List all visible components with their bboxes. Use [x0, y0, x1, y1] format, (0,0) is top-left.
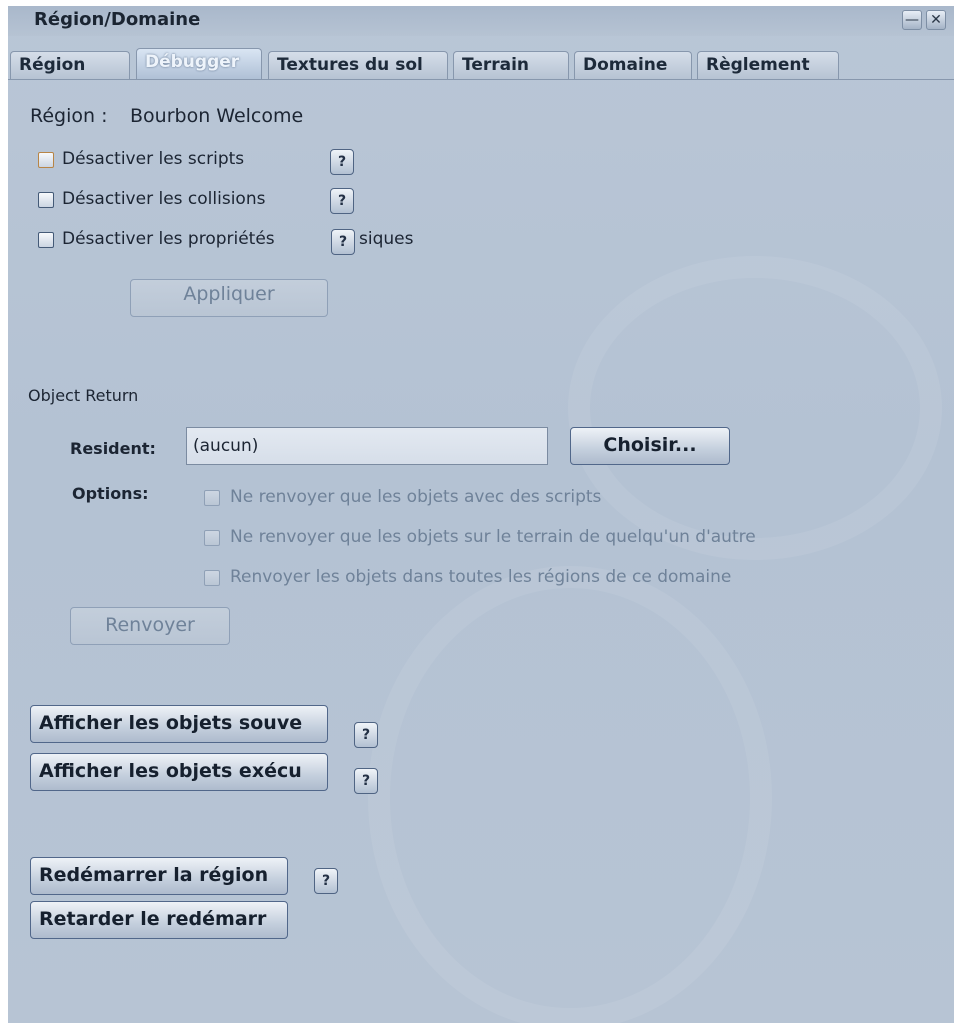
minimize-icon[interactable]: — — [902, 10, 922, 30]
return-scripted-only-label: Ne renvoyer que les objets avec des scri… — [230, 487, 602, 507]
disable-collisions-checkbox[interactable] — [38, 192, 54, 208]
return-others-land-label: Ne renvoyer que les objets sur le terrai… — [230, 527, 756, 547]
disable-scripts-checkbox[interactable] — [38, 152, 54, 168]
region-estate-window: Région/Domaine — ✕ Région Débugger Textu… — [8, 6, 954, 1023]
resident-label: Resident: — [70, 439, 156, 458]
top-colliders-button[interactable]: Afficher les objets souve — [30, 705, 328, 743]
tab-ground-textures[interactable]: Textures du sol — [268, 51, 448, 80]
background-watermark — [568, 256, 942, 560]
region-name: Bourbon Welcome — [130, 105, 304, 127]
help-top-colliders-button[interactable]: ? — [354, 722, 378, 748]
tab-covenant[interactable]: Règlement — [697, 51, 839, 80]
disable-physics-checkbox[interactable] — [38, 232, 54, 248]
tab-divider — [8, 79, 954, 80]
top-scripts-button[interactable]: Afficher les objets exécu — [30, 753, 328, 791]
help-collisions-button[interactable]: ? — [330, 188, 354, 214]
tab-bar: Région Débugger Textures du sol Terrain … — [8, 46, 954, 80]
choose-button[interactable]: Choisir... — [570, 427, 730, 465]
return-button[interactable]: Renvoyer — [70, 607, 230, 645]
disable-physics-label-tail: siques — [359, 229, 414, 249]
apply-button[interactable]: Appliquer — [130, 279, 328, 317]
disable-collisions-label: Désactiver les collisions — [62, 189, 266, 209]
help-top-scripts-button[interactable]: ? — [354, 768, 378, 794]
delay-restart-button[interactable]: Retarder le redémarr — [30, 901, 288, 939]
background-watermark-lower — [368, 566, 772, 1023]
tab-estate[interactable]: Domaine — [574, 51, 692, 80]
return-all-regions-label: Renvoyer les objets dans toutes les régi… — [230, 567, 732, 587]
title-bar[interactable]: Région/Domaine — ✕ — [8, 6, 954, 36]
return-all-regions-checkbox[interactable] — [204, 570, 220, 586]
help-scripts-button[interactable]: ? — [330, 149, 354, 175]
tab-debugger[interactable]: Débugger — [136, 48, 262, 80]
region-label: Région : — [30, 105, 108, 127]
restart-region-button[interactable]: Redémarrer la région — [30, 857, 288, 895]
resident-field[interactable]: (aucun) — [186, 427, 548, 465]
return-others-land-checkbox[interactable] — [204, 530, 220, 546]
tab-region[interactable]: Région — [10, 51, 130, 80]
help-physics-button[interactable]: ? — [331, 229, 355, 255]
disable-scripts-label: Désactiver les scripts — [62, 149, 245, 169]
tab-terrain[interactable]: Terrain — [453, 51, 569, 80]
help-restart-button[interactable]: ? — [314, 868, 338, 894]
window-title: Région/Domaine — [34, 9, 201, 30]
disable-physics-label: Désactiver les propriétés — [62, 229, 275, 249]
return-scripted-only-checkbox[interactable] — [204, 490, 220, 506]
options-label: Options: — [72, 484, 149, 503]
object-return-heading: Object Return — [28, 386, 139, 405]
close-icon[interactable]: ✕ — [926, 10, 946, 30]
